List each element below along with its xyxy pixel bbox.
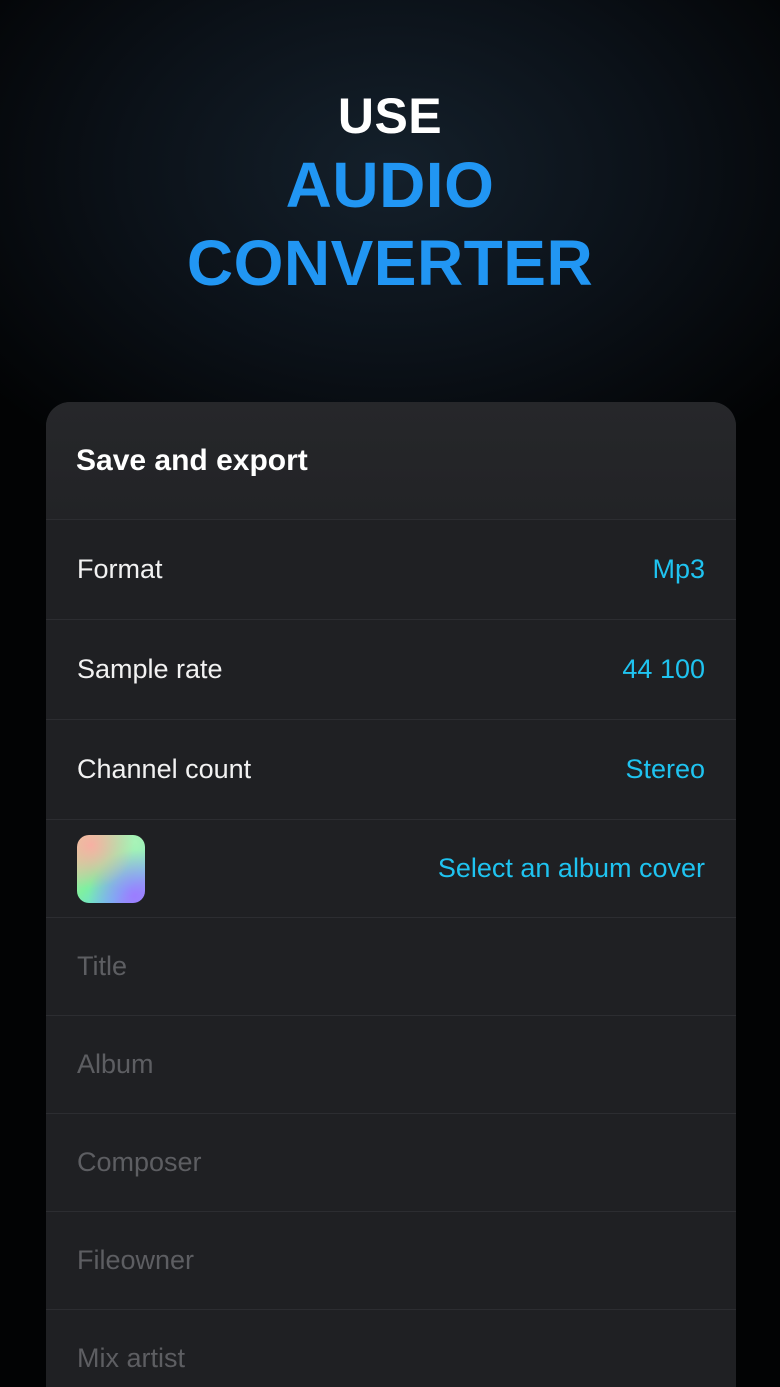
panel-title: Save and export bbox=[76, 443, 308, 477]
album-cover-row[interactable]: Select an album cover bbox=[46, 820, 736, 918]
composer-field-row bbox=[46, 1114, 736, 1212]
channel-count-value[interactable]: Stereo bbox=[625, 754, 705, 785]
hero-line-audio: AUDIO bbox=[285, 149, 495, 221]
sample-rate-label: Sample rate bbox=[77, 654, 223, 684]
sample-rate-row[interactable]: Sample rate 44 100 bbox=[46, 620, 736, 720]
album-field-row bbox=[46, 1016, 736, 1114]
channel-count-label: Channel count bbox=[77, 754, 252, 784]
panel-header: Save and export bbox=[46, 402, 736, 520]
mix-artist-input[interactable] bbox=[77, 1343, 705, 1374]
format-value[interactable]: Mp3 bbox=[652, 554, 705, 585]
sample-rate-value[interactable]: 44 100 bbox=[622, 654, 705, 685]
fileowner-field-row bbox=[46, 1212, 736, 1310]
format-row[interactable]: Format Mp3 bbox=[46, 520, 736, 620]
hero-line-converter: CONVERTER bbox=[186, 227, 594, 299]
channel-count-row[interactable]: Channel count Stereo bbox=[46, 720, 736, 820]
format-label: Format bbox=[77, 554, 163, 584]
composer-input[interactable] bbox=[77, 1147, 705, 1178]
fileowner-input[interactable] bbox=[77, 1245, 705, 1276]
select-album-cover-link[interactable]: Select an album cover bbox=[438, 853, 705, 884]
hero-line-use: USE bbox=[337, 88, 443, 144]
hero-heading: USE AUDIO CONVERTER bbox=[0, 86, 780, 302]
title-field-row bbox=[46, 918, 736, 1016]
title-input[interactable] bbox=[77, 951, 705, 982]
album-input[interactable] bbox=[77, 1049, 705, 1080]
export-panel: Save and export Format Mp3 Sample rate 4… bbox=[46, 402, 736, 1387]
album-cover-thumbnail[interactable] bbox=[77, 834, 145, 903]
screen: USE AUDIO CONVERTER Save and export Form… bbox=[0, 0, 780, 1387]
mix-artist-field-row bbox=[46, 1310, 736, 1387]
